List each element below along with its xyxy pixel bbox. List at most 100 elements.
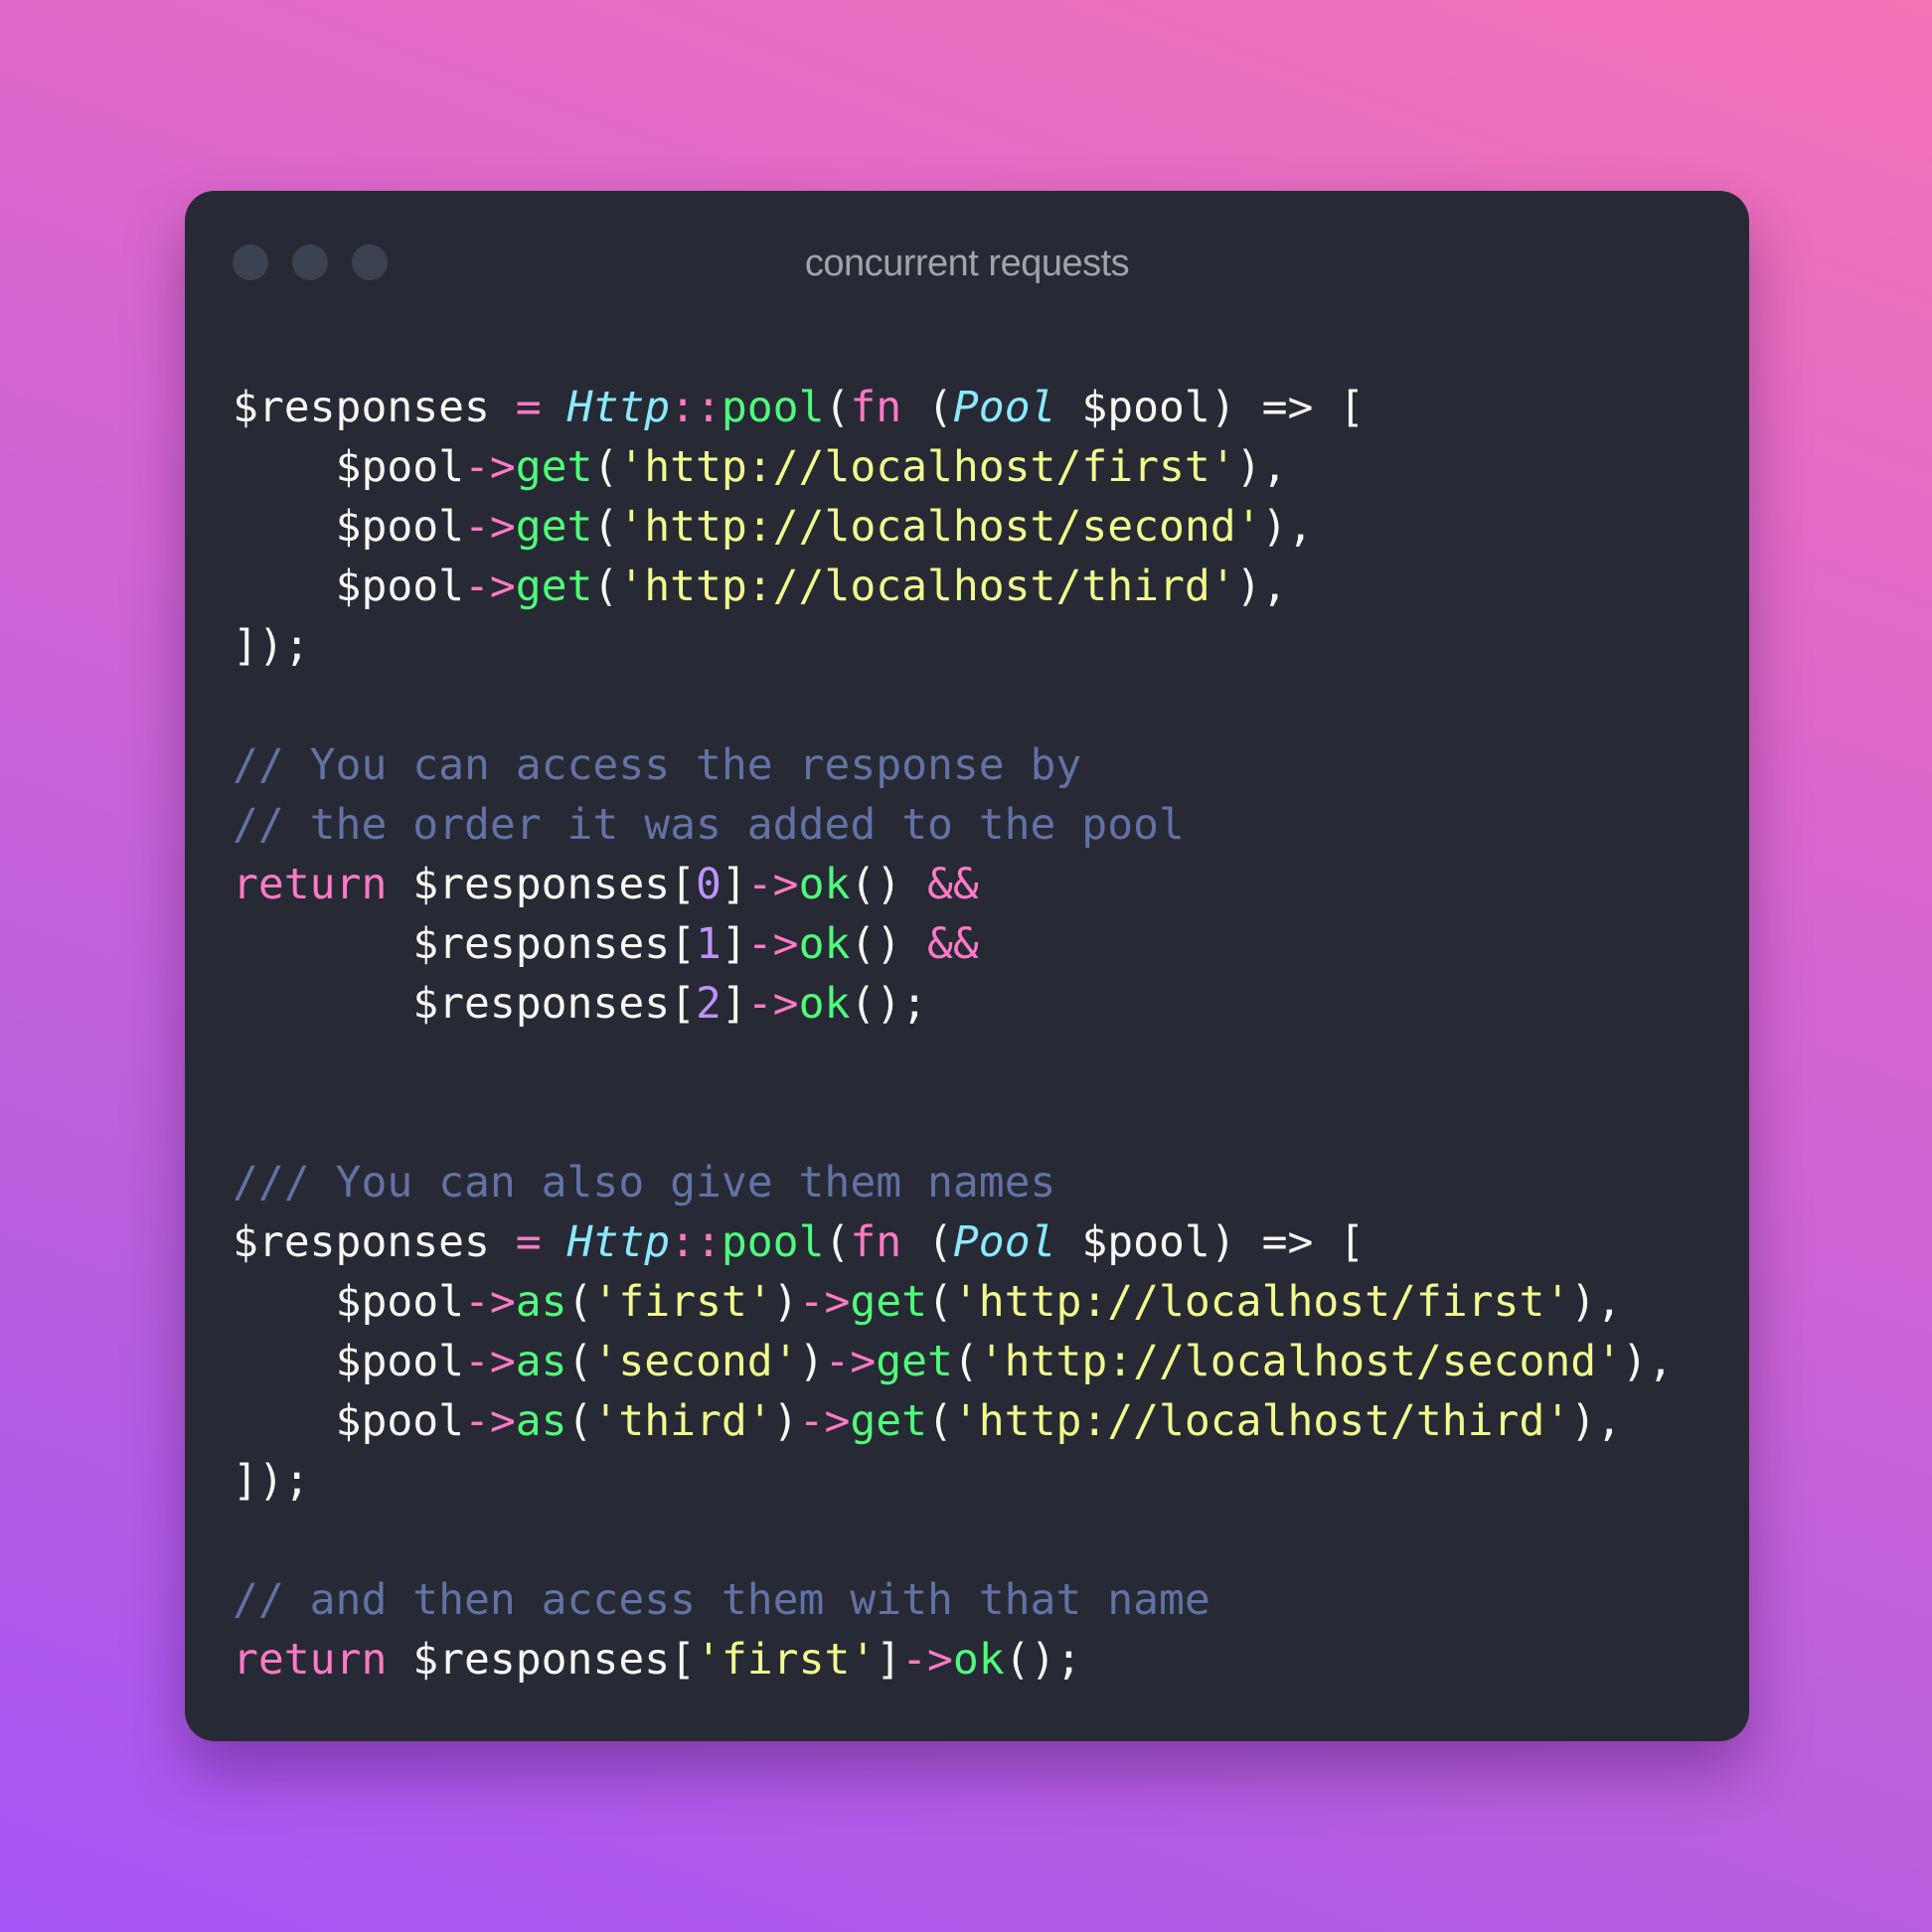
- code-token-keyword: fn: [850, 1217, 902, 1267]
- code-token-plain: $pool) => [: [1055, 383, 1366, 432]
- code-token-func: get: [850, 1396, 928, 1446]
- code-token-func: get: [515, 442, 593, 492]
- code-token-op: ::: [670, 1217, 722, 1267]
- code-token-op: ->: [901, 1635, 953, 1685]
- code-line: // You can access the response by: [233, 735, 1674, 795]
- code-line: $pool->as('second')->get('http://localho…: [233, 1332, 1674, 1391]
- code-token-op: ->: [464, 1277, 516, 1327]
- code-token-string: 'http://localhost/second': [978, 1337, 1623, 1386]
- code-block: $responses = Http::pool(fn (Pool $pool) …: [233, 378, 1674, 1690]
- code-token-class: Pool: [952, 1217, 1056, 1267]
- code-token-plain: (: [952, 1337, 979, 1386]
- code-token-op: ->: [798, 1277, 851, 1327]
- code-token-keyword: fn: [850, 383, 902, 432]
- code-token-plain: $responses[: [387, 1635, 697, 1685]
- code-token-plain: ): [798, 1337, 825, 1386]
- code-token-class: Http: [566, 1217, 671, 1267]
- code-token-plain: $responses: [233, 1217, 516, 1267]
- code-line: $responses = Http::pool(fn (Pool $pool) …: [233, 378, 1674, 437]
- code-token-plain: ]);: [233, 621, 310, 671]
- code-line: // the order it was added to the pool: [233, 795, 1674, 855]
- code-token-plain: ();: [1004, 1635, 1082, 1685]
- code-token-number: 2: [696, 979, 722, 1029]
- code-token-func: ok: [798, 919, 851, 969]
- code-token-plain: ),: [1622, 1337, 1674, 1386]
- code-token-op: ::: [670, 383, 722, 432]
- code-token-plain: $responses: [233, 383, 516, 432]
- code-token-func: get: [850, 1277, 928, 1327]
- code-line: return $responses[0]->ok() &&: [233, 855, 1674, 914]
- code-token-class: Pool: [952, 383, 1056, 432]
- code-line: $pool->as('third')->get('http://localhos…: [233, 1391, 1674, 1451]
- code-token-func: get: [876, 1337, 953, 1386]
- code-token-plain: $responses[: [387, 860, 697, 909]
- code-token-plain: (: [592, 502, 619, 552]
- code-token-keyword: return: [233, 1635, 388, 1685]
- code-token-op: ->: [464, 1396, 516, 1446]
- code-token-plain: ]: [721, 979, 747, 1029]
- code-token-op: ->: [746, 979, 799, 1029]
- code-token-plain: $responses[: [233, 919, 696, 969]
- code-token-string: 'http://localhost/first': [952, 1277, 1571, 1327]
- code-token-string: 'second': [592, 1337, 799, 1386]
- code-token-func: as: [515, 1396, 567, 1446]
- code-line: return $responses['first']->ok();: [233, 1630, 1674, 1690]
- code-token-op: ->: [464, 562, 516, 611]
- code-token-plain: $pool: [233, 1277, 464, 1327]
- code-token-func: get: [515, 502, 593, 552]
- code-token-func: pool: [721, 1217, 825, 1267]
- code-token-comment: // the order it was added to the pool: [233, 800, 1185, 850]
- code-token-plain: (: [566, 1396, 593, 1446]
- code-token-op: ->: [746, 919, 799, 969]
- code-line: // and then access them with that name: [233, 1570, 1674, 1630]
- code-token-op: &&: [927, 919, 979, 969]
- code-token-string: 'http://localhost/second': [618, 502, 1262, 552]
- code-token-plain: (): [850, 860, 928, 909]
- code-token-string: 'first': [592, 1277, 773, 1327]
- code-token-plain: ]: [721, 860, 747, 909]
- code-token-func: as: [515, 1277, 567, 1327]
- code-token-op: ->: [464, 442, 516, 492]
- code-token-plain: (: [566, 1277, 593, 1327]
- code-line: $responses = Http::pool(fn (Pool $pool) …: [233, 1212, 1674, 1272]
- code-token-op: =: [515, 383, 542, 432]
- code-line: $pool->get('http://localhost/third'),: [233, 557, 1674, 616]
- code-token-plain: ]: [876, 1635, 902, 1685]
- code-window: concurrent requests $responses = Http::p…: [185, 191, 1749, 1741]
- code-token-plain: ): [772, 1396, 799, 1446]
- code-token-plain: (: [824, 1217, 851, 1267]
- code-token-op: ->: [798, 1396, 851, 1446]
- code-token-plain: (: [592, 442, 619, 492]
- code-line: $pool->as('first')->get('http://localhos…: [233, 1272, 1674, 1332]
- code-token-func: ok: [798, 860, 851, 909]
- code-token-plain: (: [901, 383, 953, 432]
- code-token-op: &&: [927, 860, 979, 909]
- code-token-plain: $pool) => [: [1055, 1217, 1366, 1267]
- code-token-string: 'third': [592, 1396, 773, 1446]
- code-token-func: get: [515, 562, 593, 611]
- code-line: ]);: [233, 1451, 1674, 1511]
- code-token-plain: $pool: [233, 442, 464, 492]
- code-token-func: ok: [952, 1635, 1005, 1685]
- code-token-comment: /// You can also give them names: [233, 1158, 1056, 1208]
- code-token-plain: ]);: [233, 1456, 310, 1506]
- code-token-string: 'first': [696, 1635, 877, 1685]
- code-line: $pool->get('http://localhost/second'),: [233, 497, 1674, 557]
- code-token-plain: (: [901, 1217, 953, 1267]
- code-line: ]);: [233, 616, 1674, 676]
- code-token-op: ->: [464, 502, 516, 552]
- code-token-plain: ();: [850, 979, 928, 1029]
- code-token-plain: $pool: [233, 1337, 464, 1386]
- code-line: /// You can also give them names: [233, 1153, 1674, 1212]
- code-token-comment: // You can access the response by: [233, 740, 1082, 790]
- code-token-string: 'http://localhost/third': [952, 1396, 1571, 1446]
- code-token-plain: ),: [1235, 442, 1288, 492]
- code-token-op: ->: [464, 1337, 516, 1386]
- window-titlebar: concurrent requests: [185, 191, 1749, 300]
- code-token-plain: ),: [1261, 502, 1314, 552]
